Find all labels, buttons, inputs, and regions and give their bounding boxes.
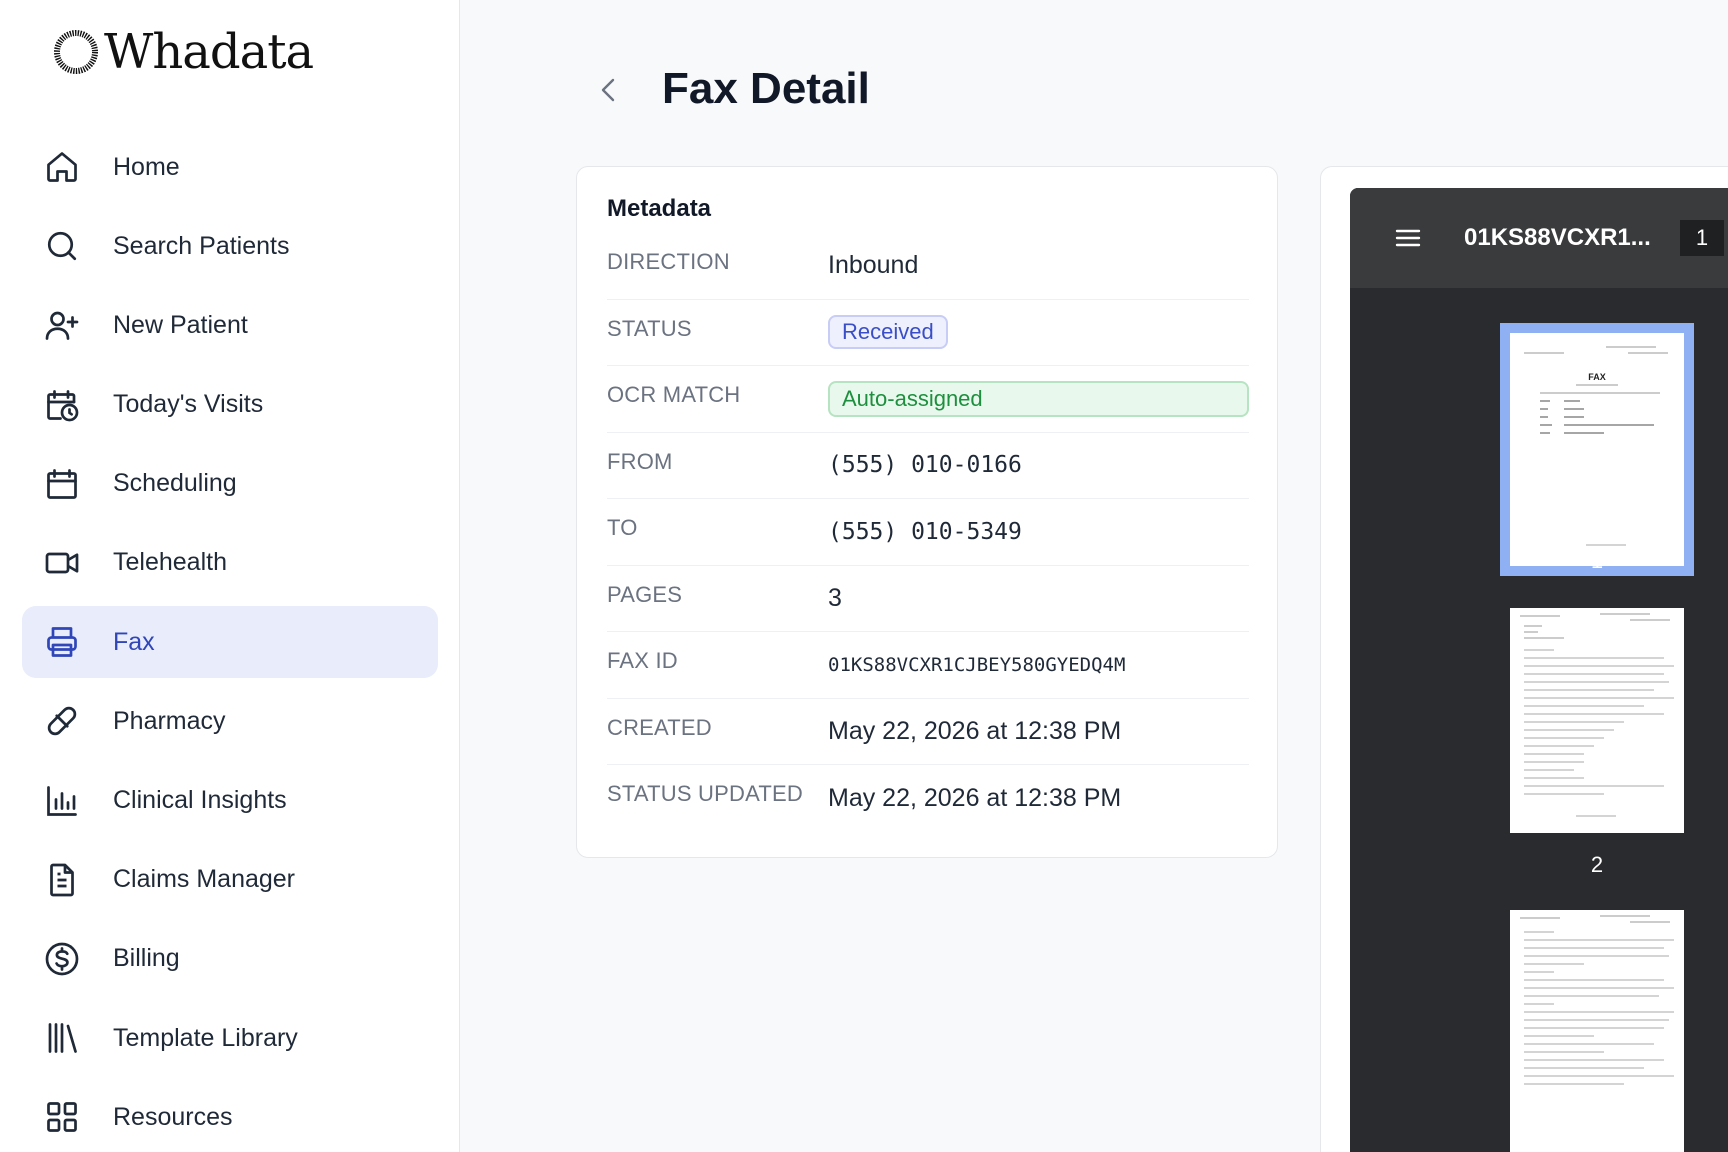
sidebar-item-label: Scheduling <box>113 469 237 498</box>
search-icon <box>47 232 77 261</box>
calendar-icon <box>47 468 77 499</box>
status-badge: Received <box>828 315 948 350</box>
sidebar-item-telehealth[interactable]: Telehealth <box>22 527 438 599</box>
video-icon <box>45 552 79 574</box>
printer-icon <box>47 627 77 657</box>
dollar-circle-icon <box>45 942 79 976</box>
pdf-viewer[interactable]: 01KS88VCXR1... 1 FAX 1 2 <box>1350 188 1728 1152</box>
metadata-title: Metadata <box>607 195 712 222</box>
calendar-clock-icon <box>47 389 79 421</box>
sidebar-item-label: Billing <box>113 944 180 973</box>
library-icon <box>48 1023 77 1053</box>
grid-icon <box>47 1102 77 1133</box>
sidebar-item-label: Template Library <box>113 1023 298 1052</box>
metadata-row-created: CREATED May 22, 2026 at 12:38 PM <box>607 699 1249 765</box>
sidebar-item-label: Pharmacy <box>113 706 226 735</box>
metadata-key: TO <box>607 515 638 540</box>
viewer-document-title: 01KS88VCXR1... <box>1464 224 1651 251</box>
page-number-label: 2 <box>1590 852 1604 877</box>
metadata-row-direction: DIRECTION Inbound <box>607 233 1249 300</box>
from-number: (555) 010-0166 <box>828 452 1022 479</box>
sidebar-item-todays-visits[interactable]: Today's Visits <box>22 369 438 441</box>
sidebar-item-label: New Patient <box>113 310 248 339</box>
sidebar-item-label: Search Patients <box>113 231 290 260</box>
metadata-key: FROM <box>607 448 673 474</box>
metadata-row-to: TO (555) 010-5349 <box>607 499 1249 566</box>
logo-mark-icon <box>54 30 98 74</box>
chevron-left-icon <box>601 78 615 102</box>
pill-icon <box>47 707 77 736</box>
sidebar-item-claims-manager[interactable]: Claims Manager <box>22 844 438 916</box>
metadata-row-from: FROM (555) 010-0166 <box>607 433 1249 499</box>
sidebar-item-pharmacy[interactable]: Pharmacy <box>22 685 438 757</box>
metadata-key: DIRECTION <box>607 249 730 274</box>
metadata-key: STATUS UPDATED <box>607 781 803 806</box>
page-thumbnail-3[interactable] <box>1510 910 1684 1152</box>
current-page-input[interactable]: 1 <box>1680 220 1724 256</box>
direction-value: Inbound <box>828 251 919 280</box>
sidebar-item-label: Clinical Insights <box>113 786 287 814</box>
page-thumbnail-2[interactable] <box>1510 608 1684 833</box>
metadata-key: OCR MATCH <box>607 382 741 407</box>
metadata-key: FAX ID <box>607 648 678 673</box>
brand-name: Whadata <box>104 24 314 80</box>
sidebar-item-template-library[interactable]: Template Library <box>22 1002 438 1074</box>
menu-icon[interactable] <box>1394 224 1422 252</box>
metadata-list: DIRECTION Inbound STATUS Received OCR MA… <box>607 233 1249 832</box>
sidebar-item-label: Today's Visits <box>113 390 264 419</box>
page-heading: FAX <box>1588 372 1606 382</box>
sidebar-item-label: Fax <box>113 627 155 656</box>
metadata-key: STATUS <box>607 315 692 341</box>
sidebar-item-label: Resources <box>113 1102 233 1131</box>
pages-value: 3 <box>828 583 842 612</box>
sidebar: Whadata Home Search Patients New Patient… <box>0 0 460 1152</box>
metadata-card: Metadata DIRECTION Inbound STATUS Receiv… <box>576 166 1278 858</box>
sidebar-item-label: Home <box>113 152 180 181</box>
fax-id-value: 01KS88VCXR1CJBEY580GYEDQ4M <box>828 653 1126 676</box>
page-title: Fax Detail <box>662 64 870 113</box>
page-number-label: 1 <box>1590 548 1604 573</box>
ocr-match-badge: Auto-assigned <box>828 380 1249 417</box>
metadata-row-pages: PAGES 3 <box>607 566 1249 632</box>
page-preview: FAX <box>1510 333 1684 566</box>
sidebar-item-resources[interactable]: Resources <box>22 1081 438 1152</box>
brand-logo[interactable]: Whadata <box>50 24 314 80</box>
bar-chart-icon <box>47 785 77 816</box>
sidebar-item-billing[interactable]: Billing <box>22 923 438 995</box>
viewer-toolbar: 01KS88VCXR1... 1 <box>1350 188 1728 288</box>
metadata-key: PAGES <box>607 581 683 607</box>
metadata-row-status: STATUS Received <box>607 300 1249 366</box>
page-preview <box>1510 910 1684 1152</box>
page-thumbnail-1[interactable]: FAX <box>1500 323 1694 576</box>
sidebar-item-fax[interactable]: Fax <box>22 606 438 679</box>
metadata-row-fax-id: FAX ID 01KS88VCXR1CJBEY580GYEDQ4M <box>607 632 1249 699</box>
sidebar-item-search-patients[interactable]: Search Patients <box>22 210 438 282</box>
page-preview <box>1510 608 1684 833</box>
sidebar-item-clinical-insights[interactable]: Clinical Insights <box>22 765 438 837</box>
to-number: (555) 010-5349 <box>828 518 1022 545</box>
status-updated-value: May 22, 2026 at 12:38 PM <box>828 783 1122 812</box>
metadata-row-status-updated: STATUS UPDATED May 22, 2026 at 12:38 PM <box>607 765 1249 832</box>
metadata-key: CREATED <box>607 714 712 740</box>
sidebar-item-label: Claims Manager <box>113 865 296 894</box>
metadata-row-ocr-match: OCR MATCH Auto-assigned <box>607 366 1249 433</box>
sidebar-item-scheduling[interactable]: Scheduling <box>22 448 438 520</box>
home-icon <box>47 152 77 182</box>
sidebar-item-home[interactable]: Home <box>22 131 438 203</box>
file-text-icon <box>50 863 74 897</box>
sidebar-item-new-patient[interactable]: New Patient <box>22 289 438 361</box>
back-button[interactable] <box>594 70 624 110</box>
sidebar-nav: Home Search Patients New Patient Today's… <box>22 131 438 1152</box>
created-value: May 22, 2026 at 12:38 PM <box>828 716 1122 745</box>
sidebar-item-label: Telehealth <box>113 548 227 577</box>
user-plus-icon <box>45 312 79 341</box>
